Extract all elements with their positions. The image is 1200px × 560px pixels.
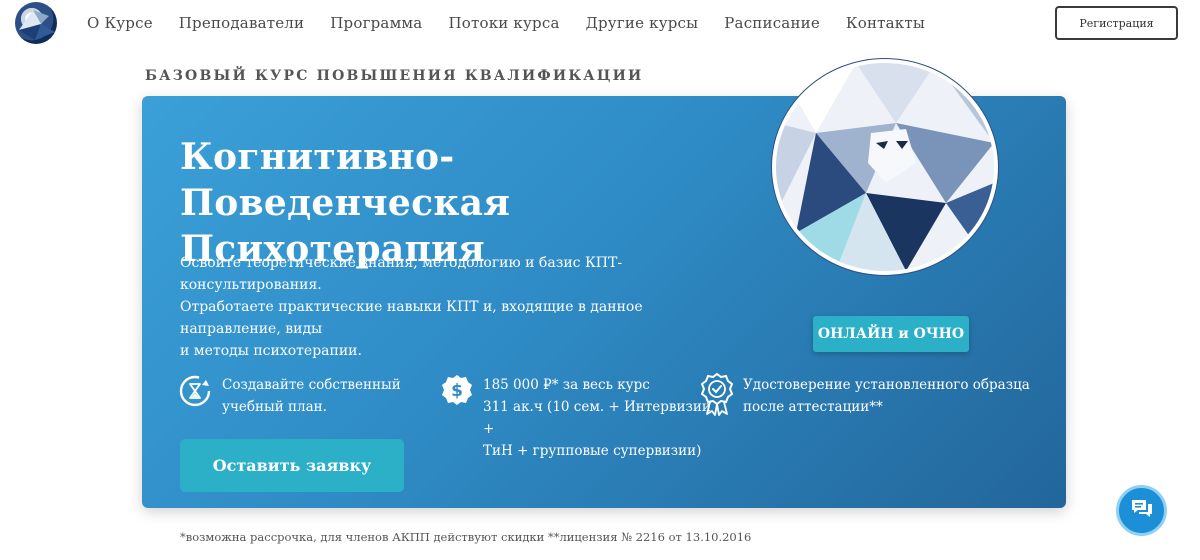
apply-button[interactable]: Оставить заявку — [180, 439, 404, 492]
svg-text:$: $ — [451, 381, 463, 401]
chat-bubble-icon — [1130, 498, 1154, 524]
lead-line-1: Освоите теоретические знания, методологи… — [180, 255, 623, 293]
portrait-image — [772, 59, 998, 275]
hero-lead: Освоите теоретические знания, методологи… — [180, 252, 740, 362]
format-online-offline-button[interactable]: ОНЛАЙН и ОЧНО — [813, 316, 969, 352]
main-nav: О Курсе Преподаватели Программа Потоки к… — [87, 14, 951, 32]
nav-program[interactable]: Программа — [330, 14, 422, 32]
title-line-1: Когнитивно-Поведенческая — [180, 136, 511, 224]
course-kicker: БАЗОВЫЙ КУРС ПОВЫШЕНИЯ КВАЛИФИКАЦИИ — [145, 68, 644, 84]
feature-cert-line-1: Удостоверение установленного образца — [743, 377, 1030, 393]
nav-about[interactable]: О Курсе — [87, 14, 153, 32]
site-header: О Курсе Преподаватели Программа Потоки к… — [0, 0, 1200, 48]
footnote: *возможна рассрочка, для членов АКПП дей… — [180, 530, 752, 544]
nav-other-courses[interactable]: Другие курсы — [586, 14, 699, 32]
feature-plan: Создавайте собственный учебный план. — [222, 374, 422, 418]
feature-plan-line-1: Создавайте собственный — [222, 377, 401, 393]
nav-schedule[interactable]: Расписание — [724, 14, 820, 32]
feature-price-line-3: ТиН + групповые супервизии) — [483, 443, 702, 459]
award-ribbon-icon — [700, 372, 734, 416]
register-button[interactable]: Регистрация — [1055, 6, 1178, 40]
nav-streams[interactable]: Потоки курса — [448, 14, 559, 32]
lead-line-2: Отработаете практические навыки КПТ и, в… — [180, 299, 643, 337]
feature-certificate: Удостоверение установленного образца пос… — [743, 374, 1043, 418]
dollar-badge-icon: $ — [441, 374, 473, 406]
lead-line-3: и методы психотерапии. — [180, 343, 362, 359]
logo-icon[interactable] — [15, 2, 57, 44]
feature-price: 185 000 ₽* за весь курс 311 ак.ч (10 сем… — [483, 374, 713, 462]
feature-cert-line-2: после аттестации** — [743, 399, 883, 415]
feature-price-line-1: 185 000 ₽* за весь курс — [483, 377, 650, 393]
feature-plan-line-2: учебный план. — [222, 399, 327, 415]
nav-contacts[interactable]: Контакты — [846, 14, 925, 32]
hourglass-refresh-icon — [179, 375, 211, 407]
nav-teachers[interactable]: Преподаватели — [179, 14, 304, 32]
feature-price-line-2: 311 ак.ч (10 сем. + Интервизии + — [483, 399, 711, 437]
chat-button[interactable] — [1116, 485, 1167, 536]
